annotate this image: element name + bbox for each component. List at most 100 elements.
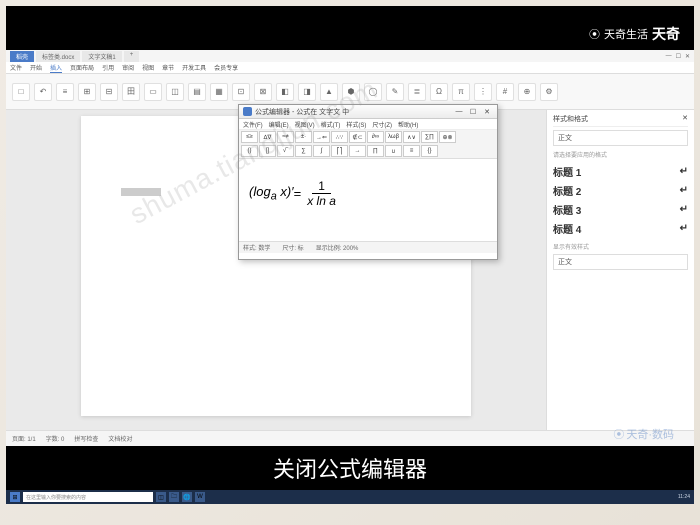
eq-tool[interactable]: ⎡⎤ [331,145,348,157]
toolbar-btn[interactable]: ◫ [166,83,184,101]
toolbar-btn[interactable]: π [452,83,470,101]
system-tray[interactable]: 11:24 [678,494,690,500]
close-button[interactable]: ✕ [685,53,690,60]
eq-status-size: 尺寸: 标 [282,243,303,252]
ribbon-tab-vip[interactable]: 会员专享 [214,63,238,72]
eq-minimize-button[interactable]: — [453,108,465,116]
toolbar-btn[interactable]: 田 [122,83,140,101]
status-doccheck[interactable]: 文档校对 [108,434,132,443]
ribbon-tab-insert[interactable]: 插入 [50,63,62,73]
show-value-box[interactable]: 正文 [553,254,688,270]
toolbar-btn[interactable]: ▦ [210,83,228,101]
toolbar-btn[interactable]: ↶ [34,83,52,101]
style-heading2[interactable]: 标题 2↵ [553,181,688,200]
eq-menu-view[interactable]: 视图(V) [295,120,315,129]
toolbar-btn[interactable]: ◨ [298,83,316,101]
eq-canvas[interactable]: (loga x)′ = 1 x ln a [239,159,497,241]
eq-tool[interactable]: ∑ [295,145,312,157]
ribbon-tab-file[interactable]: 文件 [10,63,22,72]
panel-close-icon[interactable]: ✕ [682,114,688,122]
toolbar-btn[interactable]: ≣ [408,83,426,101]
taskbar-search[interactable]: 在这里输入你要搜索的内容 [23,492,153,502]
eq-tool[interactable]: ∫ [313,145,330,157]
start-button[interactable]: ⊞ [10,492,20,502]
status-page: 页面: 1/1 [12,434,36,443]
toolbar-btn[interactable]: ⚙ [540,83,558,101]
toolbar-btn[interactable]: ▲ [320,83,338,101]
maximize-button[interactable]: ☐ [676,53,681,60]
eq-menu-edit[interactable]: 编辑(E) [269,120,289,129]
ribbon-tab-start[interactable]: 开始 [30,63,42,72]
toolbar-btn[interactable]: ⬢ [342,83,360,101]
toolbar-btn[interactable]: ⊟ [100,83,118,101]
toolbar-btn[interactable]: # [496,83,514,101]
brand-logo: ⦿ 天奇生活 天奇 [589,24,680,44]
eq-menu-file[interactable]: 文件(F) [243,120,263,129]
eq-tool[interactable]: →⇐ [313,131,330,143]
toolbar-btn[interactable]: ◧ [276,83,294,101]
eq-app-icon [243,107,252,116]
explorer-icon[interactable]: 🗀 [169,492,179,502]
eq-tool[interactable]: λωβ [385,131,402,143]
taskview-icon[interactable]: ◫ [156,492,166,502]
tab-home[interactable]: 稻壳 [10,51,34,62]
style-heading1[interactable]: 标题 1↵ [553,162,688,181]
eq-menu-help[interactable]: 帮助(H) [398,120,418,129]
toolbar-btn[interactable]: □ [12,83,30,101]
tab-doc2[interactable]: 文字文稿1 [82,51,121,62]
toolbar-btn[interactable]: ⊡ [232,83,250,101]
toolbar-btn[interactable]: ⊕ [518,83,536,101]
eq-tool[interactable]: [] [259,145,276,157]
eq-maximize-button[interactable]: ☐ [467,108,479,116]
ribbon-tab-view[interactable]: 视图 [142,63,154,72]
ribbon-tab-layout[interactable]: 页面布局 [70,63,94,72]
ribbon-tab-review[interactable]: 审阅 [122,63,134,72]
eq-tool[interactable]: ≤≥ [241,131,258,143]
eq-tool[interactable]: ∏ [367,145,384,157]
eq-tool[interactable]: ∧∨ [403,131,420,143]
ribbon-tab-dev[interactable]: 开发工具 [182,63,206,72]
brand-text: 天奇生活 [604,26,648,42]
toolbar-btn[interactable]: ≡ [56,83,74,101]
eq-tool[interactable]: √‾ [277,145,294,157]
toolbar-btn[interactable]: ▤ [188,83,206,101]
eq-titlebar[interactable]: 公式编辑器 - 公式在 文字文 中 — ☐ ✕ [239,105,497,119]
eq-tool[interactable]: ∑∏ [421,131,438,143]
toolbar-btn[interactable]: ⊠ [254,83,272,101]
wps-icon[interactable]: W [195,492,205,502]
style-heading3[interactable]: 标题 3↵ [553,200,688,219]
toolbar-btn[interactable]: ⊞ [78,83,96,101]
toolbar-btn[interactable]: ✎ [386,83,404,101]
browser-icon[interactable]: 🌐 [182,492,192,502]
eq-tool[interactable]: ≡ [403,145,420,157]
eq-tool[interactable]: ∴∵ [331,131,348,143]
toolbar-btn[interactable]: ◯ [364,83,382,101]
status-spell[interactable]: 拼写检查 [74,434,98,443]
toolbar-btn[interactable]: ⋮ [474,83,492,101]
toolbar-btn[interactable]: Ω [430,83,448,101]
tab-doc1[interactable]: 标签类.docx [36,51,80,62]
eq-tool[interactable]: ∂∞ [367,131,384,143]
minimize-button[interactable]: — [666,53,672,60]
eq-tool[interactable]: ⊕⊗ [439,131,456,143]
eq-tool[interactable]: → [349,145,366,157]
eq-tool[interactable]: () [241,145,258,157]
eq-menu-format[interactable]: 格式(T) [321,120,341,129]
eq-tool[interactable]: {} [421,145,438,157]
ribbon-tab-section[interactable]: 章节 [162,63,174,72]
eq-close-button[interactable]: ✕ [481,108,493,116]
text-cursor-selection [121,188,161,196]
brand-extra: 天奇 [652,24,680,44]
tab-new[interactable]: + [124,51,140,62]
eq-tool[interactable]: ±· [295,131,312,143]
eq-tool[interactable]: ∆∇ [259,131,276,143]
ribbon-tab-ref[interactable]: 引用 [102,63,114,72]
eq-menu-style[interactable]: 样式(S) [346,120,366,129]
eq-tool[interactable]: ∉⊂ [349,131,366,143]
style-heading4[interactable]: 标题 4↵ [553,219,688,238]
current-style-box[interactable]: 正文 [553,130,688,146]
eq-tool[interactable]: ≈≠ [277,131,294,143]
eq-menu-size[interactable]: 尺寸(Z) [372,120,392,129]
eq-tool[interactable]: ∪ [385,145,402,157]
toolbar-btn[interactable]: ▭ [144,83,162,101]
